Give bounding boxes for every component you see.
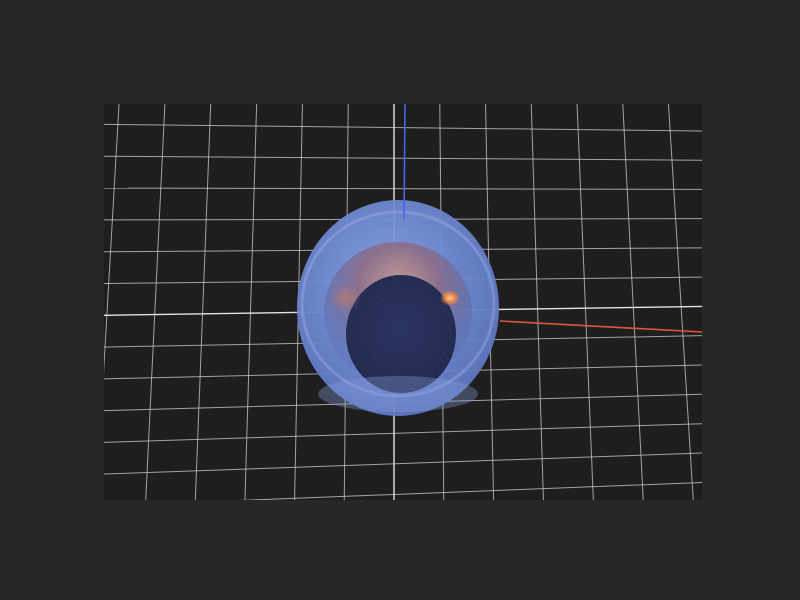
grid-line-horizontal [104, 423, 702, 443]
grid-line-horizontal [104, 155, 702, 161]
z-axis-line [403, 104, 406, 220]
grid-line-vertical [622, 104, 644, 500]
grid-line-vertical [104, 104, 120, 374]
grid-line-vertical [244, 104, 258, 500]
cup-bottom-sheen [318, 376, 478, 412]
x-axis-line [499, 320, 702, 333]
cup-specular-highlight [440, 290, 460, 306]
grid-line-vertical [194, 104, 212, 500]
cup-mesh[interactable] [297, 200, 499, 416]
grid-line-horizontal [104, 452, 702, 475]
cup-left-reflection [329, 284, 361, 312]
grid-line-vertical [576, 104, 594, 500]
grid-line-horizontal [104, 123, 702, 132]
3d-viewport[interactable] [104, 104, 702, 500]
grid-line-horizontal [238, 481, 702, 500]
app-window [0, 0, 800, 600]
grid-line-vertical [667, 104, 694, 500]
grid-line-horizontal [104, 187, 702, 190]
grid-line-vertical [530, 104, 544, 500]
cup-inner-texture [346, 275, 456, 393]
scene-canvas[interactable] [104, 104, 702, 500]
